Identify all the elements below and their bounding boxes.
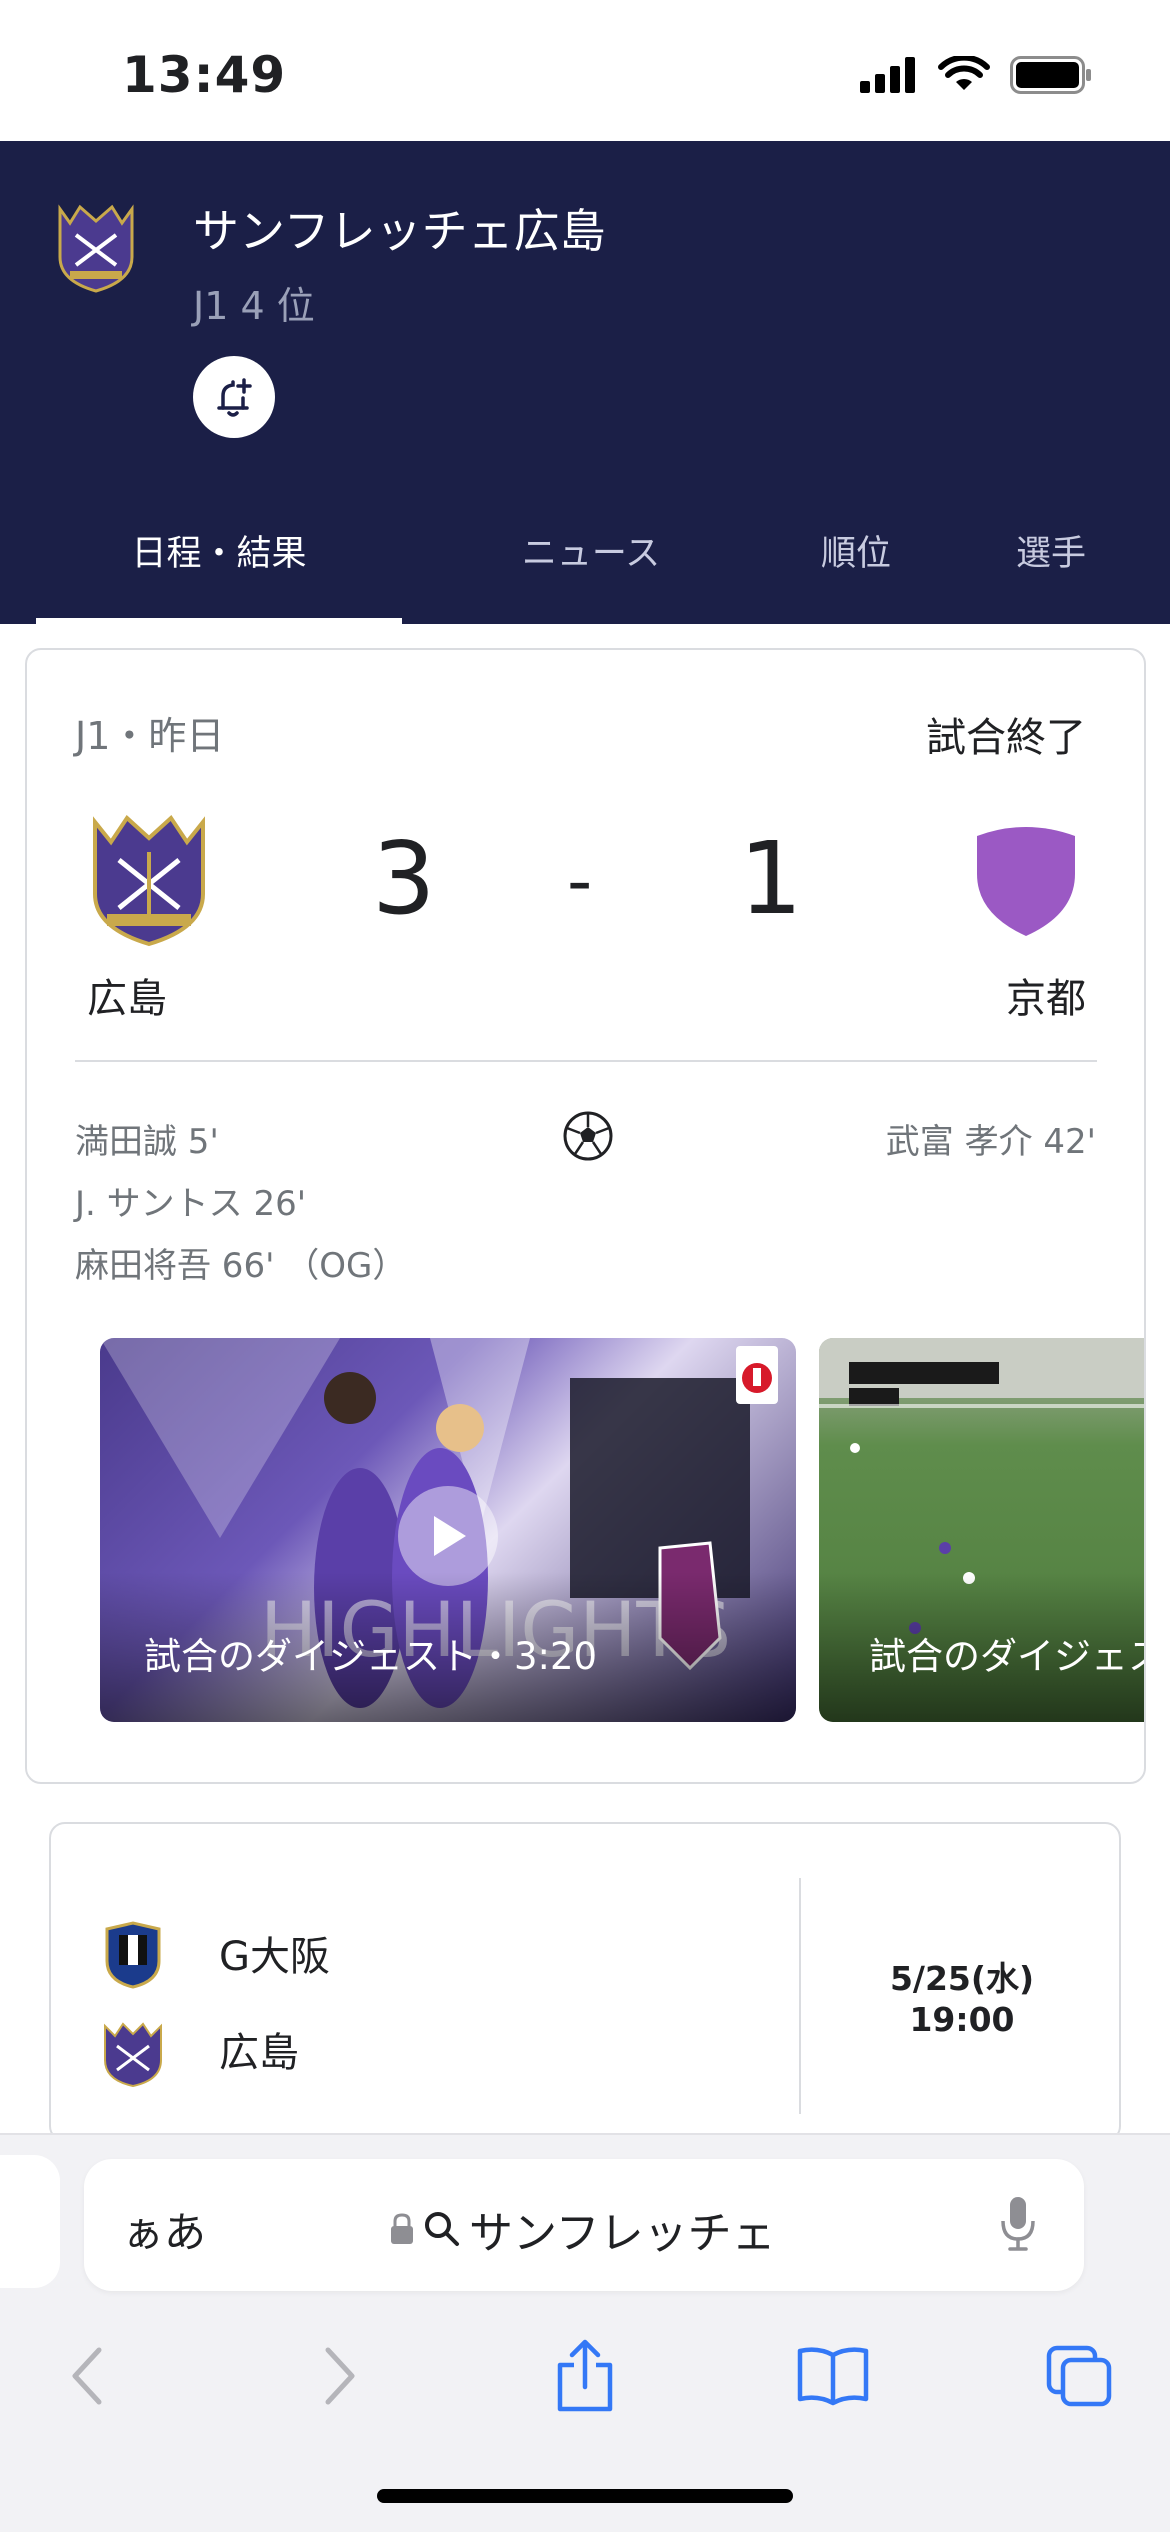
follow-notification-button[interactable] <box>193 356 275 438</box>
play-icon <box>434 1516 466 1556</box>
previous-tab-peek[interactable] <box>0 2155 60 2288</box>
bookmarks-button[interactable] <box>788 2321 878 2431</box>
next-match-date: 5/25(水) <box>889 1959 1035 1998</box>
team-rank: J1 4 位 <box>193 284 315 328</box>
match-result-card[interactable]: J1・昨日 試合終了 広島 3 - 1 京都 満田誠 5' J. サントス 26… <box>25 648 1146 1784</box>
status-icons <box>860 56 1092 94</box>
home-score: 3 <box>372 820 436 937</box>
back-button[interactable] <box>42 2321 132 2431</box>
cellular-signal-icon <box>860 57 915 93</box>
team-header: サンフレッチェ広島 J1 4 位 日程・結果 ニュース 順位 選手 <box>0 141 1170 624</box>
home-goal-scorer: J. サントス 26' <box>75 1184 307 1224</box>
next-match-time: 19:00 <box>909 2000 1015 2039</box>
score-separator: - <box>567 840 593 922</box>
wifi-icon <box>938 56 990 90</box>
browser-bottom-bar: ぁあ サンフレッチェ <box>0 2133 1170 2532</box>
video-title: 試合のダイジェスト・3:20 <box>144 1635 598 1678</box>
away-team-name: 京都 <box>1006 976 1086 1022</box>
battery-icon <box>1010 56 1091 94</box>
address-text: サンフレッチェ <box>469 2208 776 2259</box>
kyoto-team-shield-icon <box>977 827 1075 936</box>
tab-standings[interactable]: 順位 <box>736 511 976 624</box>
chevron-right-icon <box>325 2347 355 2405</box>
next-away-team: 広島 <box>219 2030 299 2076</box>
home-team-name: 広島 <box>87 976 167 1022</box>
score-divider <box>75 1060 1097 1062</box>
team-name: サンフレッチェ広島 <box>193 204 606 258</box>
j-league-badge-icon <box>736 1346 778 1404</box>
sanfrecce-logo-icon <box>58 204 134 293</box>
play-button[interactable] <box>398 1486 498 1586</box>
share-icon <box>557 2339 613 2412</box>
tab-schedule-results[interactable]: 日程・結果 <box>36 511 402 624</box>
tabs-overview-icon <box>1046 2345 1112 2407</box>
chevron-left-icon <box>72 2347 102 2405</box>
active-tab-indicator <box>36 618 402 624</box>
tab-news[interactable]: ニュース <box>456 511 726 624</box>
share-button[interactable] <box>540 2321 630 2431</box>
next-match-card[interactable]: G大阪 広島 5/25(水) 19:00 <box>49 1822 1121 2142</box>
browser-toolbar <box>0 2321 1170 2431</box>
match-status: 試合終了 <box>926 715 1086 761</box>
gamba-osaka-logo-icon <box>105 1921 161 1989</box>
address-bar[interactable]: ぁあ サンフレッチェ <box>84 2159 1084 2291</box>
video-title: 試合のダイジェスト <box>869 1635 1144 1678</box>
home-indicator <box>377 2489 793 2503</box>
tabs-button[interactable] <box>1034 2321 1124 2431</box>
forward-button[interactable] <box>295 2321 385 2431</box>
status-time: 13:49 <box>122 46 287 104</box>
microphone-icon[interactable] <box>1000 2195 1036 2253</box>
away-score: 1 <box>739 820 803 937</box>
reader-settings-button[interactable]: ぁあ <box>122 2199 206 2260</box>
book-icon <box>797 2347 869 2406</box>
address-text-row: サンフレッチェ <box>389 2197 776 2261</box>
highlight-video-card[interactable]: HIGHLIGHTS 試合のダイジェスト・3:20 <box>100 1338 796 1722</box>
bell-plus-icon <box>217 378 252 417</box>
team-tabs: 日程・結果 ニュース 順位 選手 <box>36 511 1136 624</box>
hiroshima-team-logo-icon <box>93 814 205 947</box>
next-home-team: G大阪 <box>219 1934 330 1980</box>
status-bar: 13:49 <box>0 0 1170 141</box>
search-icon <box>425 2212 459 2246</box>
tab-players[interactable]: 選手 <box>966 511 1136 624</box>
match-competition: J1・昨日 <box>75 714 225 758</box>
lock-icon <box>391 2213 413 2244</box>
away-goal-scorer: 武富 孝介 42' <box>885 1122 1096 1162</box>
home-goal-scorer: 麻田将吾 66' （OG） <box>75 1246 407 1286</box>
hiroshima-team-logo-icon <box>104 2022 162 2088</box>
soccer-ball-icon <box>563 1111 613 1161</box>
highlight-video-card[interactable]: 試合のダイジェスト <box>819 1338 1144 1722</box>
home-goal-scorer: 満田誠 5' <box>75 1122 219 1162</box>
